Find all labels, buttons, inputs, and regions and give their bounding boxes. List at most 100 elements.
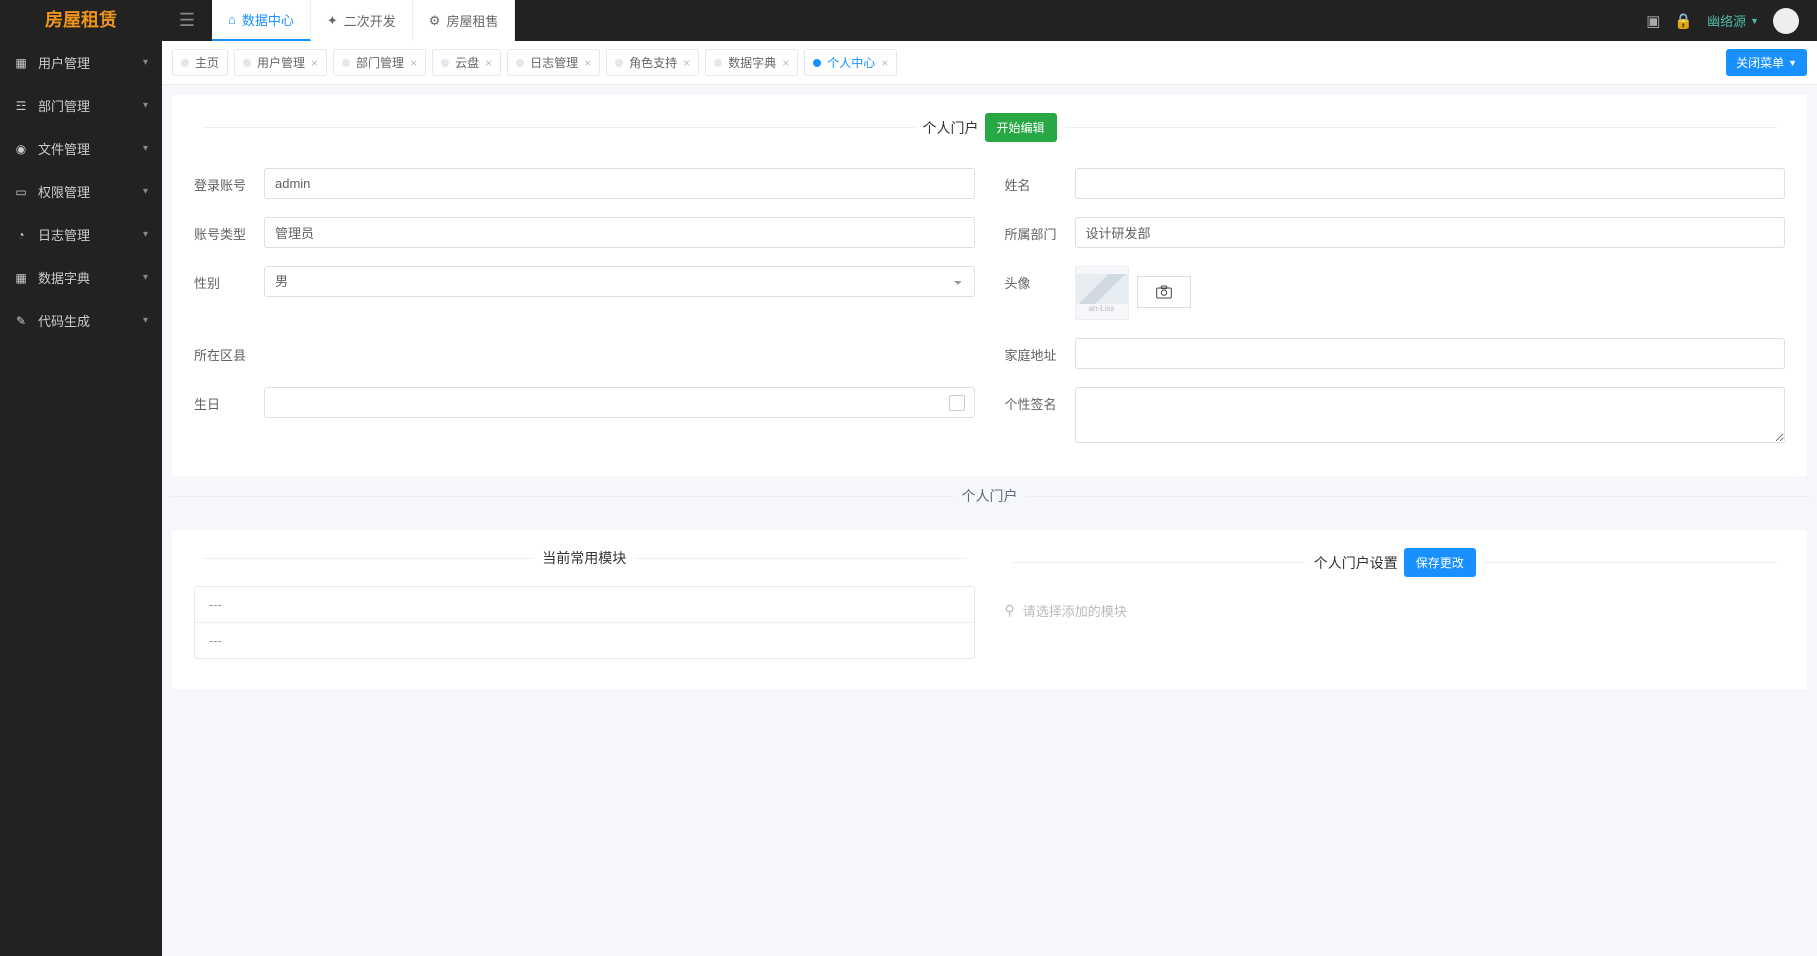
sidebar-item-label: 权限管理	[38, 182, 90, 201]
acct-type-input[interactable]	[264, 217, 975, 248]
chevron-down-icon: ▾	[143, 315, 148, 326]
close-menu-button[interactable]: 关闭菜单 ▼	[1726, 49, 1807, 76]
content: 个人门户 开始编辑 登录账号 姓名 账号类型	[162, 85, 1817, 956]
login-input[interactable]	[264, 168, 975, 199]
label-gender: 性别	[194, 266, 250, 292]
monitor-icon: ▭	[14, 185, 28, 199]
common-modules-panel: 当前常用模块 --- ---	[194, 548, 975, 659]
field-login: 登录账号	[194, 168, 975, 199]
avatar-thumbnail: an-Liss	[1075, 266, 1129, 320]
field-dept: 所属部门	[1005, 217, 1786, 248]
sub-title-row: 个人门户设置 保存更改	[1005, 548, 1786, 577]
list-item[interactable]: ---	[195, 587, 974, 623]
field-acct-type: 账号类型	[194, 217, 975, 248]
sidebar-item-files[interactable]: ◉文件管理▾	[0, 127, 162, 170]
tab-logs[interactable]: 日志管理×	[507, 49, 600, 76]
field-birthday: 生日	[194, 387, 975, 446]
profile-form: 登录账号 姓名 账号类型 所属部门	[194, 168, 1785, 446]
sub-title-row: 当前常用模块	[194, 548, 975, 568]
home-icon: ⌂	[228, 12, 236, 27]
sidebar-item-dict[interactable]: ▦数据字典▾	[0, 256, 162, 299]
close-icon[interactable]: ×	[584, 56, 591, 70]
field-avatar: 头像 an-Liss	[1005, 266, 1786, 320]
tab-roles[interactable]: 角色支持×	[606, 49, 699, 76]
start-edit-button[interactable]: 开始编辑	[985, 113, 1057, 142]
portal-settings-title: 个人门户设置	[1314, 553, 1398, 573]
fullscreen-icon[interactable]: ▣	[1646, 12, 1660, 30]
sidebar-item-dept[interactable]: ☲部门管理▾	[0, 84, 162, 127]
list-icon: ☲	[14, 99, 28, 113]
chevron-down-icon: ▾	[143, 186, 148, 197]
chevron-down-icon: ▼	[1750, 16, 1759, 26]
avatar[interactable]	[1773, 8, 1799, 34]
label-region: 所在区县	[194, 338, 250, 364]
name-input[interactable]	[1075, 168, 1786, 199]
tab-dict[interactable]: 数据字典×	[705, 49, 798, 76]
sidebar-item-codegen[interactable]: ✎代码生成▾	[0, 299, 162, 342]
close-icon[interactable]: ×	[410, 56, 417, 70]
sparkle-icon: ✦	[327, 13, 338, 29]
topnav-data-center[interactable]: ⌂ 数据中心	[212, 0, 311, 41]
gender-select[interactable]: 男	[264, 266, 975, 297]
menu-toggle-icon[interactable]: ☰	[162, 10, 212, 31]
sidebar-item-users[interactable]: ▦用户管理▾	[0, 41, 162, 84]
tab-label: 个人中心	[827, 54, 875, 71]
tab-users[interactable]: 用户管理×	[234, 49, 327, 76]
chevron-down-icon: ▾	[143, 57, 148, 68]
dept-input[interactable]	[1075, 217, 1786, 248]
label-name: 姓名	[1005, 168, 1061, 194]
sidebar-item-logs[interactable]: ◔日志管理▾	[0, 213, 162, 256]
tab-dept[interactable]: 部门管理×	[333, 49, 426, 76]
main: 主页 用户管理× 部门管理× 云盘 × 日志管理× 角色支持× 数据字典× 个人中…	[162, 41, 1817, 956]
sidebar-item-perm[interactable]: ▭ 权限管理 ▾	[0, 170, 162, 213]
tab-cloud[interactable]: 云盘 ×	[432, 49, 501, 76]
portal-settings-panel: 个人门户设置 保存更改 ⚲ 请选择添加的模块	[1005, 548, 1786, 659]
username-dropdown[interactable]: 幽络源 ▼	[1707, 11, 1759, 30]
module-list: --- ---	[194, 586, 975, 659]
field-signature: 个性签名	[1005, 387, 1786, 446]
dot-icon	[243, 59, 251, 67]
tab-profile[interactable]: 个人中心 ×	[804, 49, 897, 76]
close-icon[interactable]: ×	[782, 56, 789, 70]
close-icon[interactable]: ×	[311, 56, 318, 70]
close-menu-label: 关闭菜单	[1736, 54, 1784, 71]
dot-icon	[342, 59, 350, 67]
dot-icon	[813, 59, 821, 67]
close-icon[interactable]: ×	[881, 56, 888, 70]
close-icon[interactable]: ×	[485, 56, 492, 70]
list-item[interactable]: ---	[195, 623, 974, 658]
sidebar-item-label: 数据字典	[38, 268, 90, 287]
pencil-icon: ✎	[14, 314, 28, 328]
topnav-house[interactable]: ⚙ 房屋租售	[413, 0, 516, 41]
label-signature: 个性签名	[1005, 387, 1061, 413]
lock-icon[interactable]: 🔒	[1674, 12, 1693, 30]
tab-label: 主页	[195, 54, 219, 71]
common-modules-title: 当前常用模块	[542, 548, 626, 568]
module-search[interactable]: ⚲ 请选择添加的模块	[1005, 595, 1786, 626]
camera-icon	[1156, 285, 1172, 299]
sidebar-item-label: 日志管理	[38, 225, 90, 244]
tabbar: 主页 用户管理× 部门管理× 云盘 × 日志管理× 角色支持× 数据字典× 个人中…	[162, 41, 1817, 85]
dot-icon	[516, 59, 524, 67]
avatar-upload-button[interactable]	[1137, 276, 1191, 308]
birthday-input[interactable]	[264, 387, 975, 418]
top-nav: ⌂ 数据中心 ✦ 二次开发 ⚙ 房屋租售	[212, 0, 515, 41]
label-acct-type: 账号类型	[194, 217, 250, 243]
address-input[interactable]	[1075, 338, 1786, 369]
label-address: 家庭地址	[1005, 338, 1061, 364]
tab-home[interactable]: 主页	[172, 49, 228, 76]
profile-panel: 个人门户 开始编辑 登录账号 姓名 账号类型	[172, 95, 1807, 476]
close-icon[interactable]: ×	[683, 56, 690, 70]
save-changes-button[interactable]: 保存更改	[1404, 548, 1476, 577]
topnav-dev[interactable]: ✦ 二次开发	[311, 0, 413, 41]
avatar-placeholder-text: an-Liss	[1089, 304, 1115, 313]
section-title: 个人门户	[962, 486, 1018, 506]
tab-label: 云盘	[455, 54, 479, 71]
topbar: 房屋租赁 ☰ ⌂ 数据中心 ✦ 二次开发 ⚙ 房屋租售 ▣ 🔒 幽络源 ▼	[0, 0, 1817, 41]
panel-title: 个人门户	[923, 118, 979, 138]
sidebar-item-label: 部门管理	[38, 96, 90, 115]
dot-icon	[615, 59, 623, 67]
signature-textarea[interactable]	[1075, 387, 1786, 443]
panel-title-row: 个人门户 开始编辑	[194, 113, 1785, 142]
search-placeholder: 请选择添加的模块	[1023, 601, 1127, 620]
